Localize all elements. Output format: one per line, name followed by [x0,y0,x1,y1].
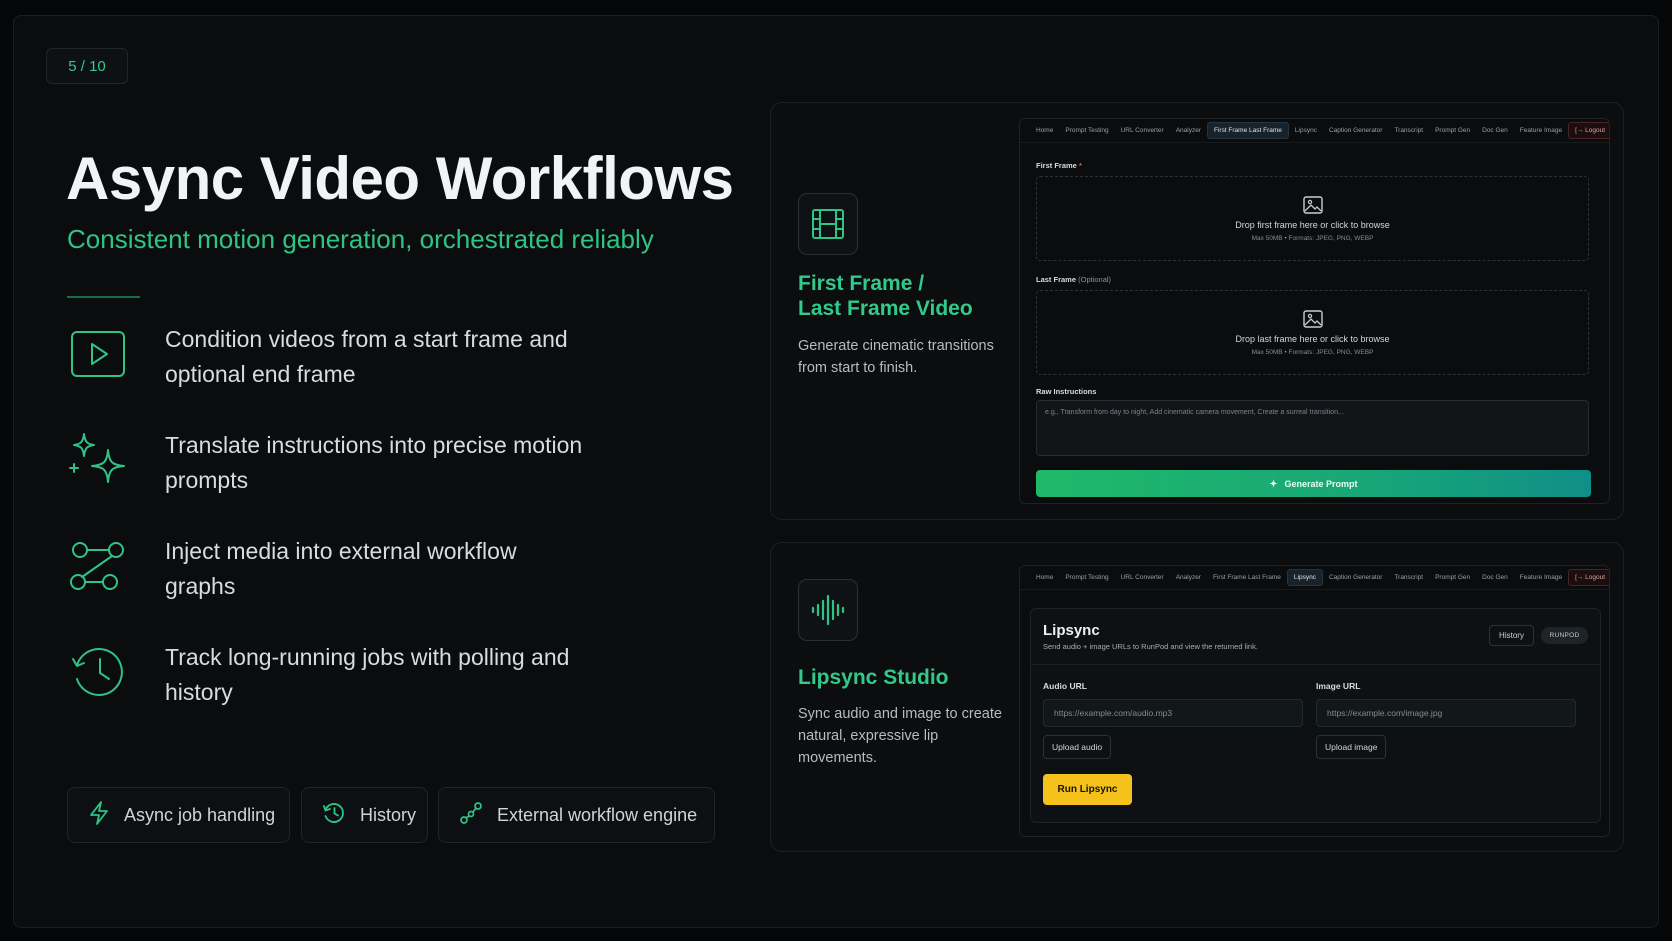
logout-button[interactable]: [→ Logout [1568,569,1609,586]
nav-tab[interactable]: First Frame Last Frame [1207,570,1287,585]
card-title: First Frame / Last Frame Video [798,272,973,320]
tag-label: External workflow engine [497,804,698,825]
generate-prompt-button[interactable]: Generate Prompt [1036,470,1591,497]
nav-tab[interactable]: Analyzer [1170,570,1207,585]
first-frame-dropzone[interactable]: Drop first frame here or click to browse… [1036,176,1589,261]
nav-tab[interactable]: Feature Image [1514,123,1568,138]
play-icon [66,322,130,386]
tag-label: Async job handling [124,804,276,825]
page-number-badge: 5 / 10 [46,48,128,84]
nav-tab[interactable]: Doc Gen [1476,570,1514,585]
history-clock-icon [66,640,130,704]
feature-item: Translate instructions into precise moti… [66,428,582,493]
nav-tab[interactable]: Analyzer [1170,123,1207,138]
upload-image-button[interactable]: Upload image [1316,735,1387,759]
workflow-icon [459,801,483,830]
nav-tab[interactable]: Home [1030,570,1059,585]
app-nav-bar: Home Prompt Testing URL Converter Analyzer F… [1020,119,1609,143]
panel-divider [1031,664,1600,665]
film-icon [798,193,858,255]
card-description: Generate cinematic transitions from star… [798,338,994,376]
panel-title: Lipsync [1043,622,1100,639]
tag-history: History [301,787,428,843]
feature-item: Inject media into external workflow grap… [66,534,517,599]
feature-text: Translate instructions into precise moti… [165,432,583,493]
nav-tab[interactable]: Prompt Testing [1059,570,1114,585]
card-description: Sync audio and image to create natural, … [798,706,1002,766]
nav-tab[interactable]: Doc Gen [1476,123,1514,138]
audio-url-label: Audio URL [1043,681,1087,691]
nav-tab[interactable]: Prompt Testing [1059,123,1114,138]
nav-tab[interactable]: First Frame Last Frame [1206,122,1289,139]
workflow-graph-icon [66,534,130,598]
tag-label: History [360,804,417,825]
run-lipsync-button[interactable]: Run Lipsync [1043,774,1132,805]
history-clock-icon [322,801,346,830]
dropzone-hint: Max 50MB • Formats: JPEG, PNG, WEBP [1251,234,1374,242]
feature-item: Condition videos from a start frame and … [66,322,568,387]
first-last-frame-card: First Frame / Last Frame Video Generate … [770,102,1624,520]
dropzone-text: Drop first frame here or click to browse [1235,219,1390,230]
image-url-label: Image URL [1316,681,1361,691]
image-icon [1302,195,1323,214]
nav-tab[interactable]: URL Converter [1115,123,1170,138]
feature-text: Inject media into external workflow grap… [165,538,517,599]
sparkle-icon [1269,479,1279,488]
tag-external-workflow-engine: External workflow engine [438,787,715,843]
first-last-frame-screenshot: Home Prompt Testing URL Converter Analyzer F… [1019,118,1610,504]
feature-item: Track long-running jobs with polling and… [66,640,569,705]
feature-text: Condition videos from a start frame and … [165,326,568,387]
runpod-badge: RUNPOD [1541,627,1588,644]
raw-instructions-label: Raw Instructions [1036,387,1097,396]
nav-tab[interactable]: Lipsync [1289,123,1323,138]
logout-button[interactable]: [→ Logout [1568,122,1609,139]
nav-tab[interactable]: Prompt Gen [1429,570,1476,585]
feature-text: Track long-running jobs with polling and… [165,644,570,705]
nav-tab[interactable]: Transcript [1388,123,1429,138]
nav-tab[interactable]: Prompt Gen [1429,123,1476,138]
last-frame-dropzone[interactable]: Drop last frame here or click to browse … [1036,290,1589,375]
first-frame-label: First Frame * [1036,161,1082,170]
lipsync-panel: Lipsync Send audio + image URLs to RunPo… [1030,608,1601,823]
nav-tab[interactable]: Feature Image [1514,570,1568,585]
dropzone-text: Drop last frame here or click to browse [1235,333,1390,344]
title-divider [67,296,140,298]
nav-tab[interactable]: Caption Generator [1323,570,1388,585]
image-icon [1302,309,1323,328]
sparkles-icon [66,428,130,492]
panel-subtitle: Send audio + image URLs to RunPod and vi… [1043,642,1258,651]
audio-wave-icon [798,579,858,641]
raw-instructions-textarea[interactable]: e.g., Transform from day to night, Add c… [1036,400,1589,456]
history-button[interactable]: History [1489,625,1534,646]
nav-tab[interactable]: URL Converter [1115,570,1170,585]
dropzone-hint: Max 50MB • Formats: JPEG, PNG, WEBP [1251,348,1374,356]
card-title: Lipsync Studio [798,666,949,689]
last-frame-label: Last Frame (Optional) [1036,275,1112,284]
nav-tab[interactable]: Home [1030,123,1059,138]
audio-url-input[interactable]: https://example.com/audio.mp3 [1043,699,1303,727]
tag-async-job-handling: Async job handling [67,787,290,843]
upload-audio-button[interactable]: Upload audio [1043,735,1112,759]
nav-tab[interactable]: Caption Generator [1323,123,1388,138]
lipsync-screenshot: Home Prompt Testing URL Converter Analyzer F… [1019,565,1610,837]
app-nav-bar: Home Prompt Testing URL Converter Analyzer F… [1020,566,1609,590]
image-url-input[interactable]: https://example.com/image.jpg [1316,699,1576,727]
page-title: Async Video Workflows [66,145,734,212]
page-subtitle: Consistent motion generation, orchestrat… [67,224,654,254]
lightning-icon [88,800,110,830]
nav-tab[interactable]: Lipsync [1286,569,1323,586]
lipsync-studio-card: Lipsync Studio Sync audio and image to c… [770,542,1624,852]
nav-tab[interactable]: Transcript [1388,570,1429,585]
